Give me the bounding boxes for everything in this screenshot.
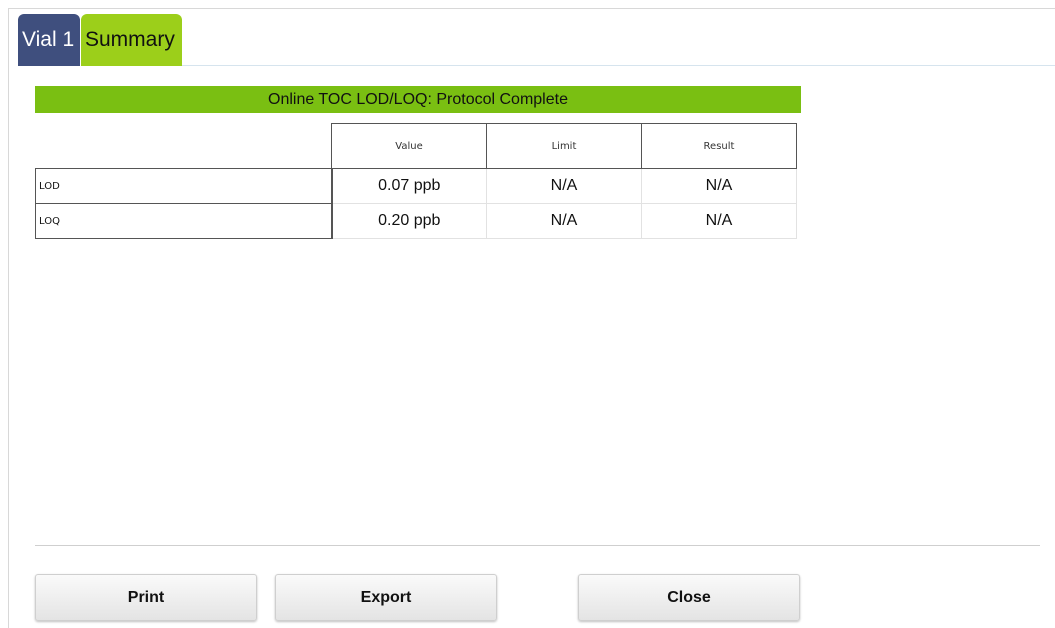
row-value: 0.20 ppb (331, 203, 487, 239)
row-limit: N/A (486, 203, 642, 239)
tab-divider (182, 65, 1055, 66)
row-value: 0.07 ppb (331, 168, 487, 204)
export-button[interactable]: Export (275, 574, 497, 621)
row-name: LOQ (35, 203, 333, 239)
close-button[interactable]: Close (578, 574, 800, 621)
protocol-status-banner: Online TOC LOD/LOQ: Protocol Complete (35, 86, 801, 113)
footer-divider (35, 545, 1040, 546)
table-row: LOD 0.07 ppb N/A N/A (35, 168, 797, 204)
results-table: Value Limit Result LOD 0.07 ppb N/A N/A … (35, 123, 797, 239)
column-header-value: Value (331, 123, 487, 169)
header-empty-cell (36, 124, 332, 169)
table-header-row: Value Limit Result (36, 123, 797, 169)
row-name: LOD (35, 168, 333, 204)
tab-summary[interactable]: Summary (81, 14, 182, 66)
tab-vial-1[interactable]: Vial 1 (18, 14, 80, 66)
row-result: N/A (641, 203, 797, 239)
column-header-result: Result (641, 123, 797, 169)
table-row: LOQ 0.20 ppb N/A N/A (35, 203, 797, 239)
row-result: N/A (641, 168, 797, 204)
print-button[interactable]: Print (35, 574, 257, 621)
column-header-limit: Limit (486, 123, 642, 169)
row-limit: N/A (486, 168, 642, 204)
